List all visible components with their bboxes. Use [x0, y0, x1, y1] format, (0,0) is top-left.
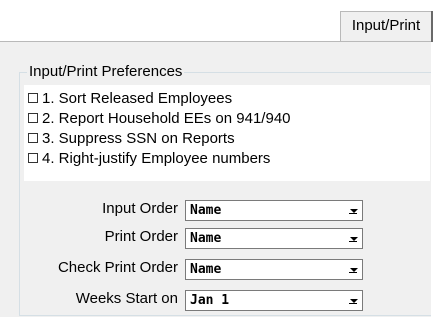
pref-report-household-ees[interactable]: 2. Report Household EEs on 941/940 — [28, 108, 291, 128]
tab-strip: Input/Print — [0, 0, 436, 42]
dropdown-arrow-icon[interactable] — [345, 260, 362, 279]
print-order-label: Print Order — [104, 228, 178, 245]
dropdown-arrow-icon[interactable] — [345, 291, 362, 310]
pref-label: 3. Suppress SSN on Reports — [42, 129, 235, 147]
dropdown-arrow-icon[interactable] — [345, 201, 362, 220]
input-order-value: Name — [190, 203, 222, 218]
pref-suppress-ssn[interactable]: 3. Suppress SSN on Reports — [28, 128, 235, 148]
weeks-start-on-select[interactable]: Jan 1 — [185, 290, 363, 311]
weeks-start-on-label: Weeks Start on — [75, 290, 178, 307]
dropdown-arrow-icon[interactable] — [345, 229, 362, 248]
checkbox[interactable] — [28, 153, 38, 163]
weeks-start-on-value: Jan 1 — [190, 293, 230, 308]
check-print-order-label: Check Print Order — [57, 259, 178, 276]
checkbox[interactable] — [28, 113, 38, 123]
check-print-order-select[interactable]: Name — [185, 259, 363, 280]
tab-divider — [431, 11, 433, 42]
check-print-order-value: Name — [190, 262, 222, 277]
pref-sort-released-employees[interactable]: 1. Sort Released Employees — [28, 88, 232, 108]
preferences-list: 1. Sort Released Employees 2. Report Hou… — [24, 85, 430, 181]
input-order-select[interactable]: Name — [185, 200, 363, 221]
pref-label: 4. Right-justify Employee numbers — [42, 149, 271, 167]
print-order-value: Name — [190, 231, 222, 246]
pref-right-justify-employee-numbers[interactable]: 4. Right-justify Employee numbers — [28, 148, 270, 168]
pref-label: 1. Sort Released Employees — [42, 89, 233, 107]
print-order-select[interactable]: Name — [185, 228, 363, 249]
tab-input-print-label: Input/Print — [351, 17, 421, 34]
checkbox[interactable] — [28, 133, 38, 143]
pref-label: 2. Report Household EEs on 941/940 — [42, 109, 291, 127]
tab-input-print[interactable]: Input/Print — [340, 11, 432, 41]
checkbox[interactable] — [28, 93, 38, 103]
input-order-label: Input Order — [102, 200, 178, 217]
preferences-group-title: Input/Print Preferences — [27, 63, 185, 81]
